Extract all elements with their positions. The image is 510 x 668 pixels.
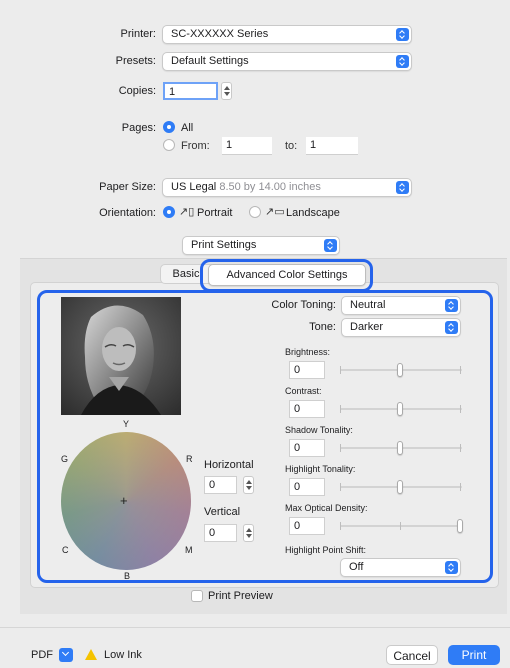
- slider-knob[interactable]: [397, 480, 403, 494]
- highlight-point-shift-label: Highlight Point Shift:: [285, 545, 367, 555]
- adjustment-slider[interactable]: [340, 441, 462, 455]
- chevron-down-icon: [59, 648, 73, 662]
- slider-label: Max Optical Density:: [285, 503, 368, 513]
- adjustment-slider[interactable]: [340, 519, 463, 533]
- copies-field[interactable]: 1: [163, 82, 218, 100]
- copies-label: Copies:: [118, 85, 156, 97]
- slider-label: Highlight Tonality:: [285, 464, 356, 474]
- section-select-value: Print Settings: [191, 239, 257, 251]
- color-toning-value: Neutral: [350, 299, 386, 311]
- section-select-popup[interactable]: Print Settings: [182, 236, 340, 255]
- low-ink-label: Low Ink: [104, 649, 142, 661]
- orientation-landscape-label: Landscape: [286, 207, 340, 219]
- wheel-label-y: Y: [123, 419, 130, 429]
- highlight-point-shift-popup[interactable]: Off: [340, 558, 461, 577]
- pages-label: Pages:: [121, 122, 156, 134]
- portrait-icon: ↗▯: [179, 206, 195, 218]
- color-toning-popup[interactable]: Neutral: [341, 296, 461, 315]
- tab-advanced-color-settings[interactable]: Advanced Color Settings: [208, 264, 366, 286]
- paper-size-detail: 8.50 by 14.00 inches: [219, 181, 321, 193]
- pages-from-label: From:: [181, 140, 210, 152]
- tone-label: Tone:: [309, 321, 336, 333]
- chevron-updown-icon: [396, 181, 409, 194]
- orientation-label: Orientation:: [99, 207, 156, 219]
- orientation-portrait-radio[interactable]: [163, 206, 175, 218]
- print-preview-checkbox[interactable]: [191, 590, 203, 602]
- slider-label: Brightness:: [285, 347, 331, 357]
- wheel-label-b: B: [124, 571, 131, 581]
- adjustment-slider[interactable]: [340, 363, 462, 377]
- pages-all-radio[interactable]: [163, 121, 175, 133]
- paper-size-popup[interactable]: US Legal 8.50 by 14.00 inches: [162, 178, 412, 197]
- vertical-stepper[interactable]: [243, 524, 254, 542]
- horizontal-label: Horizontal: [204, 459, 254, 471]
- horizontal-field[interactable]: 0: [204, 476, 237, 494]
- horizontal-stepper[interactable]: [243, 476, 254, 494]
- pages-to-label: to:: [285, 140, 298, 152]
- cancel-button[interactable]: Cancel: [386, 645, 438, 665]
- slider-label: Contrast:: [285, 386, 322, 396]
- slider-value-field[interactable]: 0: [289, 517, 325, 535]
- chevron-updown-icon: [445, 321, 458, 334]
- color-toning-label: Color Toning:: [271, 299, 336, 311]
- slider-knob[interactable]: [397, 363, 403, 377]
- tone-value: Darker: [350, 321, 384, 333]
- chevron-updown-icon: [324, 239, 337, 252]
- print-button[interactable]: Print: [448, 645, 500, 665]
- copies-stepper[interactable]: [221, 82, 232, 100]
- wheel-crosshair-icon: +: [120, 493, 128, 508]
- presets-popup[interactable]: Default Settings: [162, 52, 412, 71]
- vertical-label: Vertical: [204, 506, 241, 518]
- slider-value-field[interactable]: 0: [289, 439, 325, 457]
- vertical-field[interactable]: 0: [204, 524, 237, 542]
- adjustment-slider[interactable]: [340, 480, 462, 494]
- chevron-updown-icon: [445, 299, 458, 312]
- orientation-portrait-label: Portrait: [197, 207, 233, 219]
- slider-label: Shadow Tonality:: [285, 425, 353, 435]
- pages-from-radio[interactable]: [163, 139, 175, 151]
- paper-size-value: US Legal: [171, 181, 217, 193]
- preview-photo: [61, 297, 181, 415]
- footer-divider: [0, 627, 510, 628]
- pages-to-field[interactable]: 1: [306, 137, 358, 155]
- pages-all-label: All: [181, 122, 194, 134]
- slider-value-field[interactable]: 0: [289, 361, 325, 379]
- pages-from-field[interactable]: 1: [222, 137, 272, 155]
- pdf-menu-button[interactable]: PDF: [28, 647, 75, 665]
- chevron-updown-icon: [445, 561, 458, 574]
- slider-knob[interactable]: [397, 441, 403, 455]
- adjustment-slider[interactable]: [340, 402, 462, 416]
- highlight-point-shift-value: Off: [349, 561, 364, 573]
- presets-label: Presets:: [115, 55, 156, 67]
- paper-size-label: Paper Size:: [99, 181, 156, 193]
- slider-knob[interactable]: [457, 519, 463, 533]
- slider-knob[interactable]: [397, 402, 403, 416]
- chevron-updown-icon: [396, 28, 409, 41]
- printer-value: SC-XXXXXX Series: [171, 28, 269, 40]
- presets-value: Default Settings: [171, 55, 249, 67]
- tone-popup[interactable]: Darker: [341, 318, 461, 337]
- orientation-landscape-radio[interactable]: [249, 206, 261, 218]
- print-preview-label: Print Preview: [208, 590, 273, 602]
- chevron-updown-icon: [396, 55, 409, 68]
- printer-label: Printer:: [120, 28, 156, 40]
- slider-value-field[interactable]: 0: [289, 400, 325, 418]
- warning-icon: [85, 649, 97, 660]
- slider-value-field[interactable]: 0: [289, 478, 325, 496]
- pdf-label: PDF: [31, 649, 53, 661]
- printer-popup[interactable]: SC-XXXXXX Series: [162, 25, 412, 44]
- landscape-icon: ↗▭: [265, 206, 285, 218]
